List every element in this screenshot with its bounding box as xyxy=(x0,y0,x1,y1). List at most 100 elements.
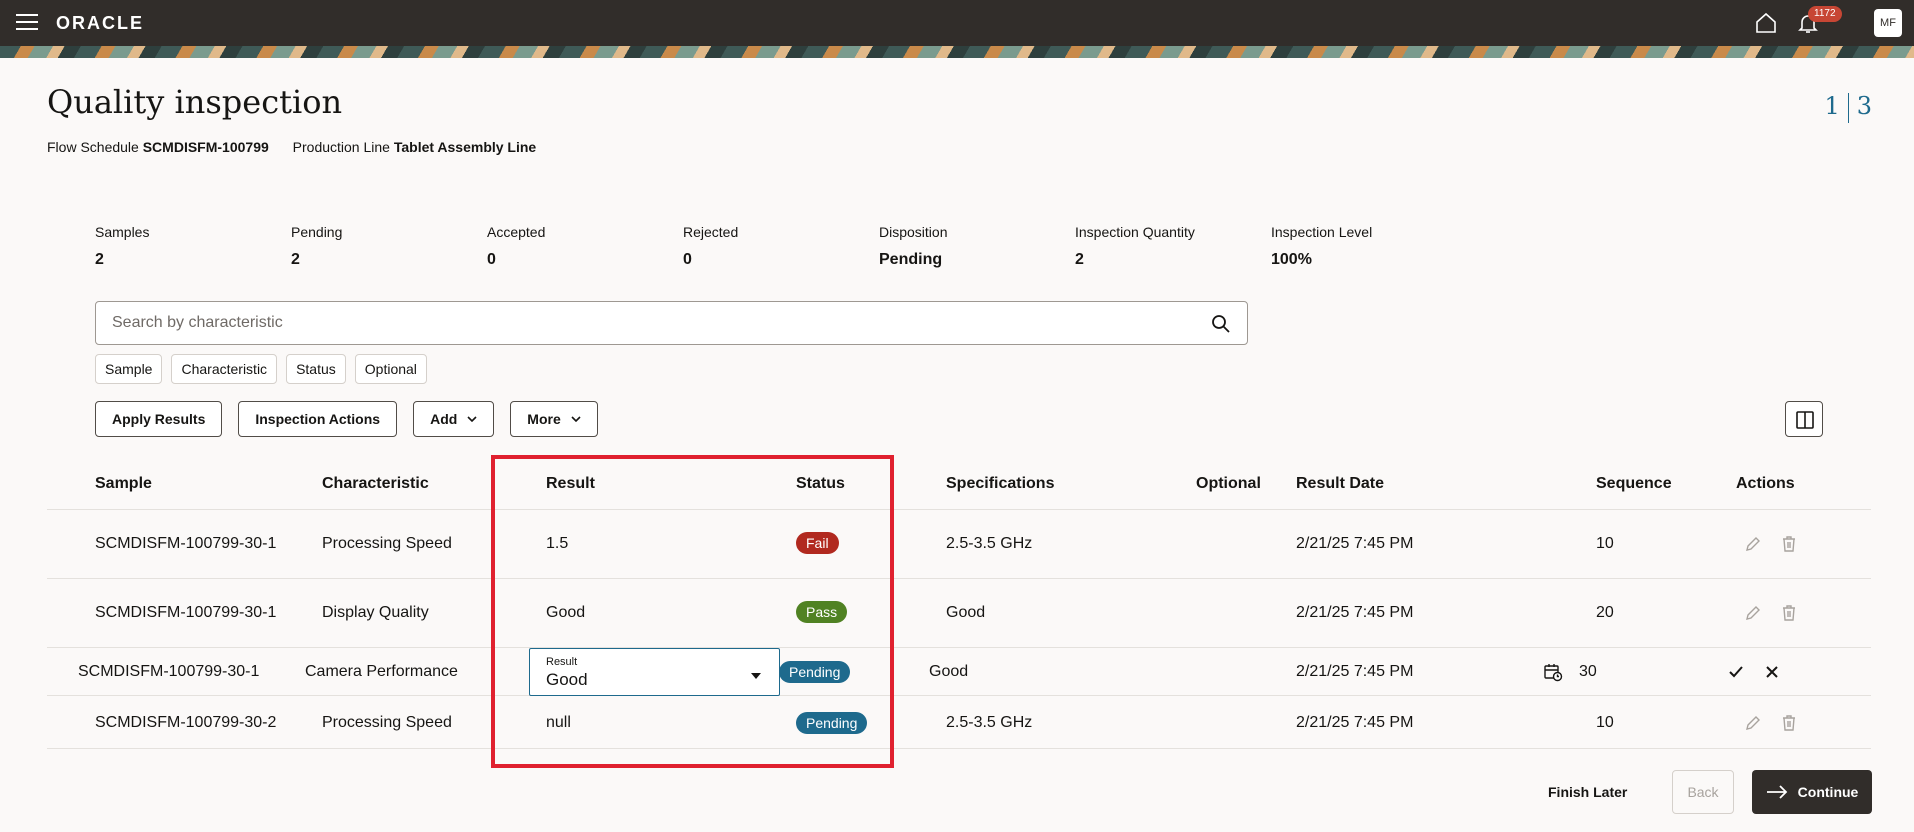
notification-count-badge: 1172 xyxy=(1808,6,1842,22)
column-header-status[interactable]: Status xyxy=(796,475,845,493)
cell-sequence: 20 xyxy=(1596,604,1614,621)
cell-result-date: 2/21/25 7:45 PM xyxy=(1296,663,1414,680)
search-icon[interactable] xyxy=(1211,314,1231,334)
summary-inspection-level: Inspection Level 100% xyxy=(1271,224,1373,268)
summary-disposition: Disposition Pending xyxy=(879,224,948,268)
cancel-close-icon[interactable] xyxy=(1763,663,1781,681)
table-row-editing[interactable]: SCMDISFM-100799-30-1 Camera Performance … xyxy=(47,648,1871,696)
filter-chip-sample[interactable]: Sample xyxy=(95,354,163,384)
inspection-actions-button[interactable]: Inspection Actions xyxy=(238,401,398,437)
home-icon[interactable] xyxy=(1754,11,1778,35)
summary-pending: Pending 2 xyxy=(291,224,343,268)
cell-sample: SCMDISFM-100799-30-1 xyxy=(78,663,260,680)
result-select-label: Result xyxy=(546,656,578,668)
chevron-down-icon xyxy=(571,416,581,422)
table-header: Sample Characteristic Result Status Spec… xyxy=(47,460,1871,510)
cell-sample: SCMDISFM-100799-30-1 xyxy=(95,604,277,621)
cell-specifications: Good xyxy=(946,604,986,621)
column-header-result[interactable]: Result xyxy=(546,475,595,493)
caret-down-icon[interactable] xyxy=(751,673,761,679)
cell-result: 1.5 xyxy=(546,535,569,552)
decorative-banner xyxy=(0,46,1914,58)
filter-chip-characteristic[interactable]: Characteristic xyxy=(171,354,278,384)
search-box xyxy=(95,301,1248,345)
split-panel-icon xyxy=(1796,411,1814,429)
avatar[interactable]: MF xyxy=(1874,9,1902,37)
filter-chip-optional[interactable]: Optional xyxy=(354,354,427,384)
step-indicator: 13 xyxy=(1824,92,1872,123)
continue-button[interactable]: Continue xyxy=(1752,770,1872,814)
status-badge: Pass xyxy=(796,601,848,623)
oracle-logo[interactable]: ORACLE xyxy=(56,13,144,34)
step-current: 1 xyxy=(1824,92,1840,120)
status-badge: Pending xyxy=(779,661,851,683)
more-menu-button[interactable]: More xyxy=(510,401,598,437)
summary-rejected: Rejected 0 xyxy=(683,224,739,268)
cell-sample: SCMDISFM-100799-30-2 xyxy=(95,714,277,731)
back-button[interactable]: Back xyxy=(1672,770,1734,814)
confirm-check-icon[interactable] xyxy=(1727,663,1745,681)
cell-status: Pass xyxy=(796,601,848,623)
edit-icon[interactable] xyxy=(1744,714,1762,732)
table-row[interactable]: SCMDISFM-100799-30-2 Processing Speed nu… xyxy=(47,696,1871,749)
flow-schedule-label: Flow Schedule xyxy=(47,139,139,155)
page-title: Quality inspection xyxy=(47,83,343,121)
menu-icon[interactable] xyxy=(16,14,38,30)
cell-result-date: 2/21/25 7:45 PM xyxy=(1296,714,1414,731)
filter-chip-status[interactable]: Status xyxy=(286,354,346,384)
status-badge: Fail xyxy=(796,532,839,554)
summary-samples: Samples 2 xyxy=(95,224,150,268)
page-subinfo: Flow Schedule SCMDISFM-100799 Production… xyxy=(47,139,556,155)
cell-result: Good xyxy=(546,604,586,621)
cell-specifications: 2.5-3.5 GHz xyxy=(946,714,1033,731)
summary-inspection-quantity: Inspection Quantity 2 xyxy=(1075,224,1195,268)
table-row[interactable]: SCMDISFM-100799-30-1 Display Quality Goo… xyxy=(47,579,1871,648)
cell-characteristic: Processing Speed xyxy=(322,714,452,731)
search-input[interactable] xyxy=(112,314,1162,332)
table-toolbar: Apply Results Inspection Actions Add Mor… xyxy=(95,401,598,437)
column-header-characteristic[interactable]: Characteristic xyxy=(322,475,429,493)
edit-icon[interactable] xyxy=(1744,535,1762,553)
status-badge: Pending xyxy=(796,712,868,734)
calendar-clock-icon[interactable] xyxy=(1543,662,1563,682)
cell-result-date: 2/21/25 7:45 PM xyxy=(1296,535,1414,552)
result-select[interactable]: Result Good xyxy=(529,648,780,696)
cell-result: null xyxy=(546,714,571,731)
cell-result-date: 2/21/25 7:45 PM xyxy=(1296,604,1414,621)
finish-later-button[interactable]: Finish Later xyxy=(1548,770,1627,814)
arrow-right-icon xyxy=(1766,785,1787,799)
production-line-value: Tablet Assembly Line xyxy=(393,139,537,155)
cell-status: Fail xyxy=(796,532,839,554)
cell-characteristic: Camera Performance xyxy=(305,663,458,680)
column-header-actions: Actions xyxy=(1736,475,1795,492)
cell-characteristic: Display Quality xyxy=(322,604,429,621)
edit-icon[interactable] xyxy=(1744,604,1762,622)
cell-specifications: Good xyxy=(929,663,969,680)
cell-sequence: 30 xyxy=(1579,663,1597,680)
column-header-result-date[interactable]: Result Date xyxy=(1296,475,1384,493)
table-row[interactable]: SCMDISFM-100799-30-1 Processing Speed 1.… xyxy=(47,510,1871,579)
column-header-sequence[interactable]: Sequence xyxy=(1596,475,1672,493)
result-select-value: Good xyxy=(546,670,588,689)
column-header-optional[interactable]: Optional xyxy=(1196,475,1261,493)
step-total: 3 xyxy=(1856,92,1872,120)
inspection-summary: Samples 2 Pending 2 Accepted 0 Rejected 0 Di… xyxy=(95,224,1467,269)
delete-icon[interactable] xyxy=(1780,714,1798,732)
delete-icon[interactable] xyxy=(1780,604,1798,622)
filter-chips: Sample Characteristic Status Optional xyxy=(95,354,427,384)
summary-accepted: Accepted 0 xyxy=(487,224,546,268)
cell-status: Pending xyxy=(779,661,851,683)
column-header-specifications[interactable]: Specifications xyxy=(946,475,1054,493)
top-bar: ORACLE 1172 MF xyxy=(0,0,1914,46)
detail-panel-toggle-button[interactable] xyxy=(1785,401,1823,437)
cell-specifications: 2.5-3.5 GHz xyxy=(946,535,1033,552)
production-line-label: Production Line xyxy=(292,139,390,155)
chevron-down-icon xyxy=(467,416,477,422)
flow-schedule-value: SCMDISFM-100799 xyxy=(142,139,269,155)
cell-sample: SCMDISFM-100799-30-1 xyxy=(95,535,277,552)
delete-icon[interactable] xyxy=(1780,535,1798,553)
apply-results-button[interactable]: Apply Results xyxy=(95,401,223,437)
column-header-sample[interactable]: Sample xyxy=(95,475,152,493)
add-menu-button[interactable]: Add xyxy=(413,401,495,437)
cell-sequence: 10 xyxy=(1596,535,1614,552)
